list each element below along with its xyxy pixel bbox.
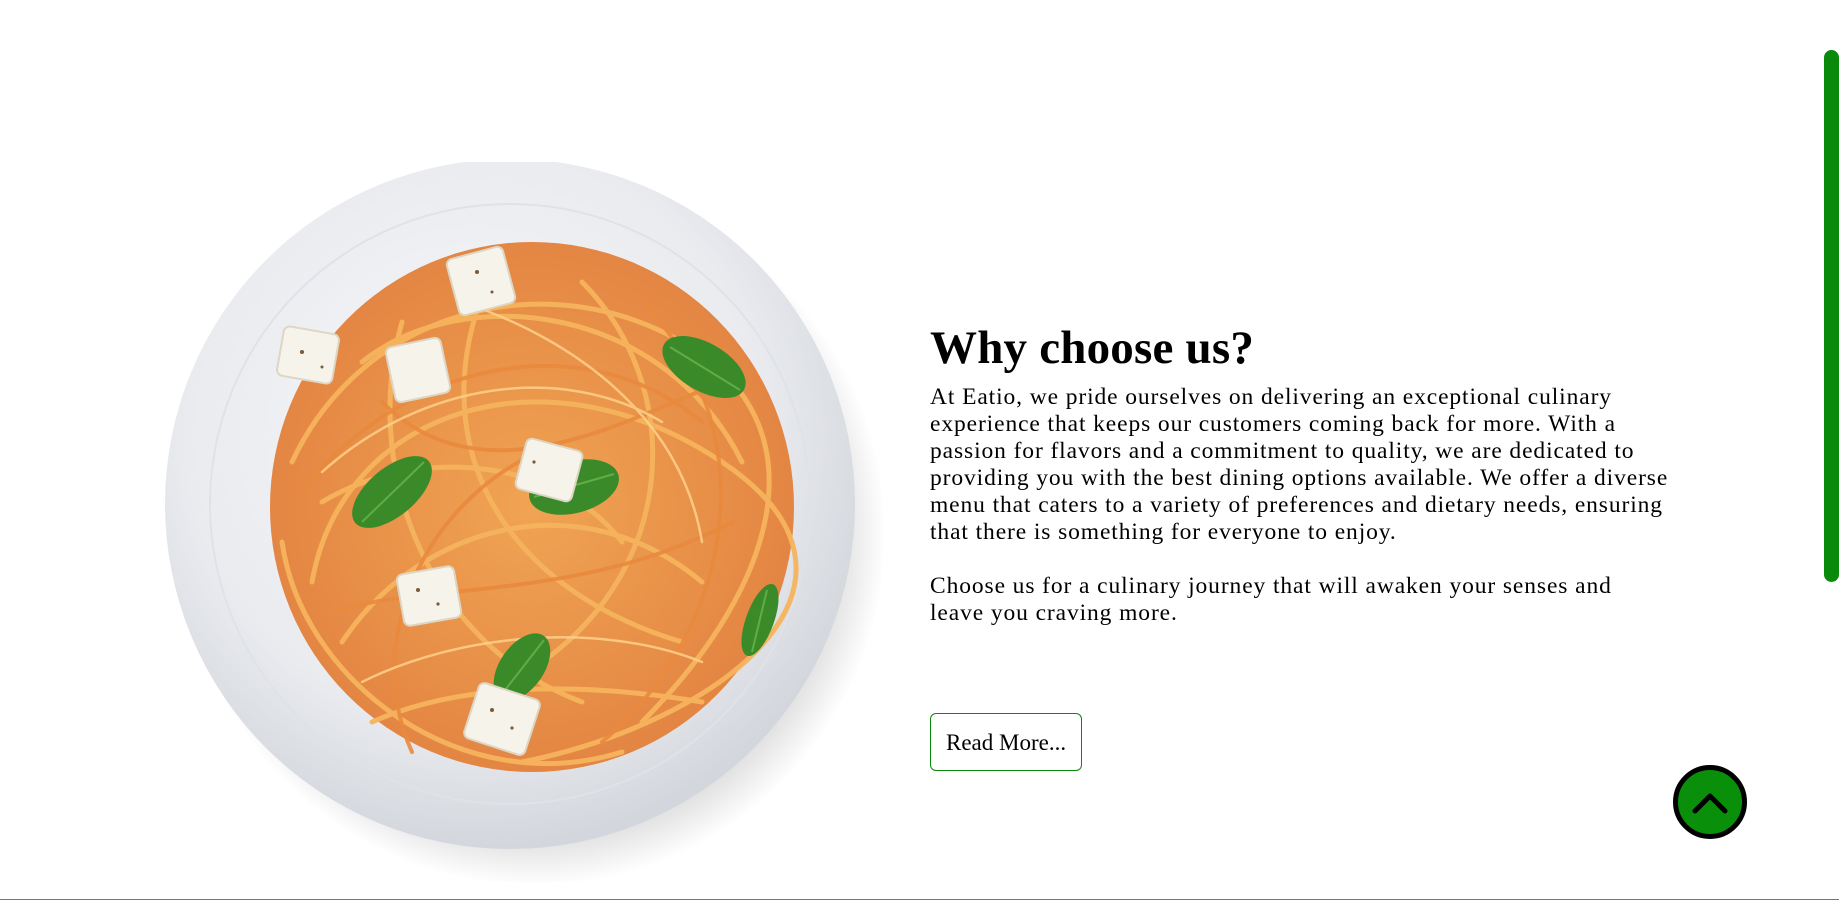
section-title: Why choose us?	[930, 322, 1255, 374]
page-scrollbar[interactable]	[1820, 0, 1839, 900]
section-paragraph-intro: At Eatio, we pride ourselves on deliveri…	[930, 384, 1669, 545]
read-more-button[interactable]: Read More...	[930, 713, 1083, 771]
scroll-to-top-button[interactable]	[1673, 765, 1747, 839]
spaghetti-dish-image	[162, 162, 882, 882]
page: Why choose us? At Eatio, we pride oursel…	[0, 0, 1839, 900]
why-choose-us-section: Why choose us? At Eatio, we pride oursel…	[930, 318, 1670, 627]
scrollbar-thumb[interactable]	[1824, 50, 1839, 582]
chevron-up-icon	[1692, 793, 1728, 814]
section-paragraph-closing: Choose us for a culinary journey that wi…	[930, 573, 1612, 626]
